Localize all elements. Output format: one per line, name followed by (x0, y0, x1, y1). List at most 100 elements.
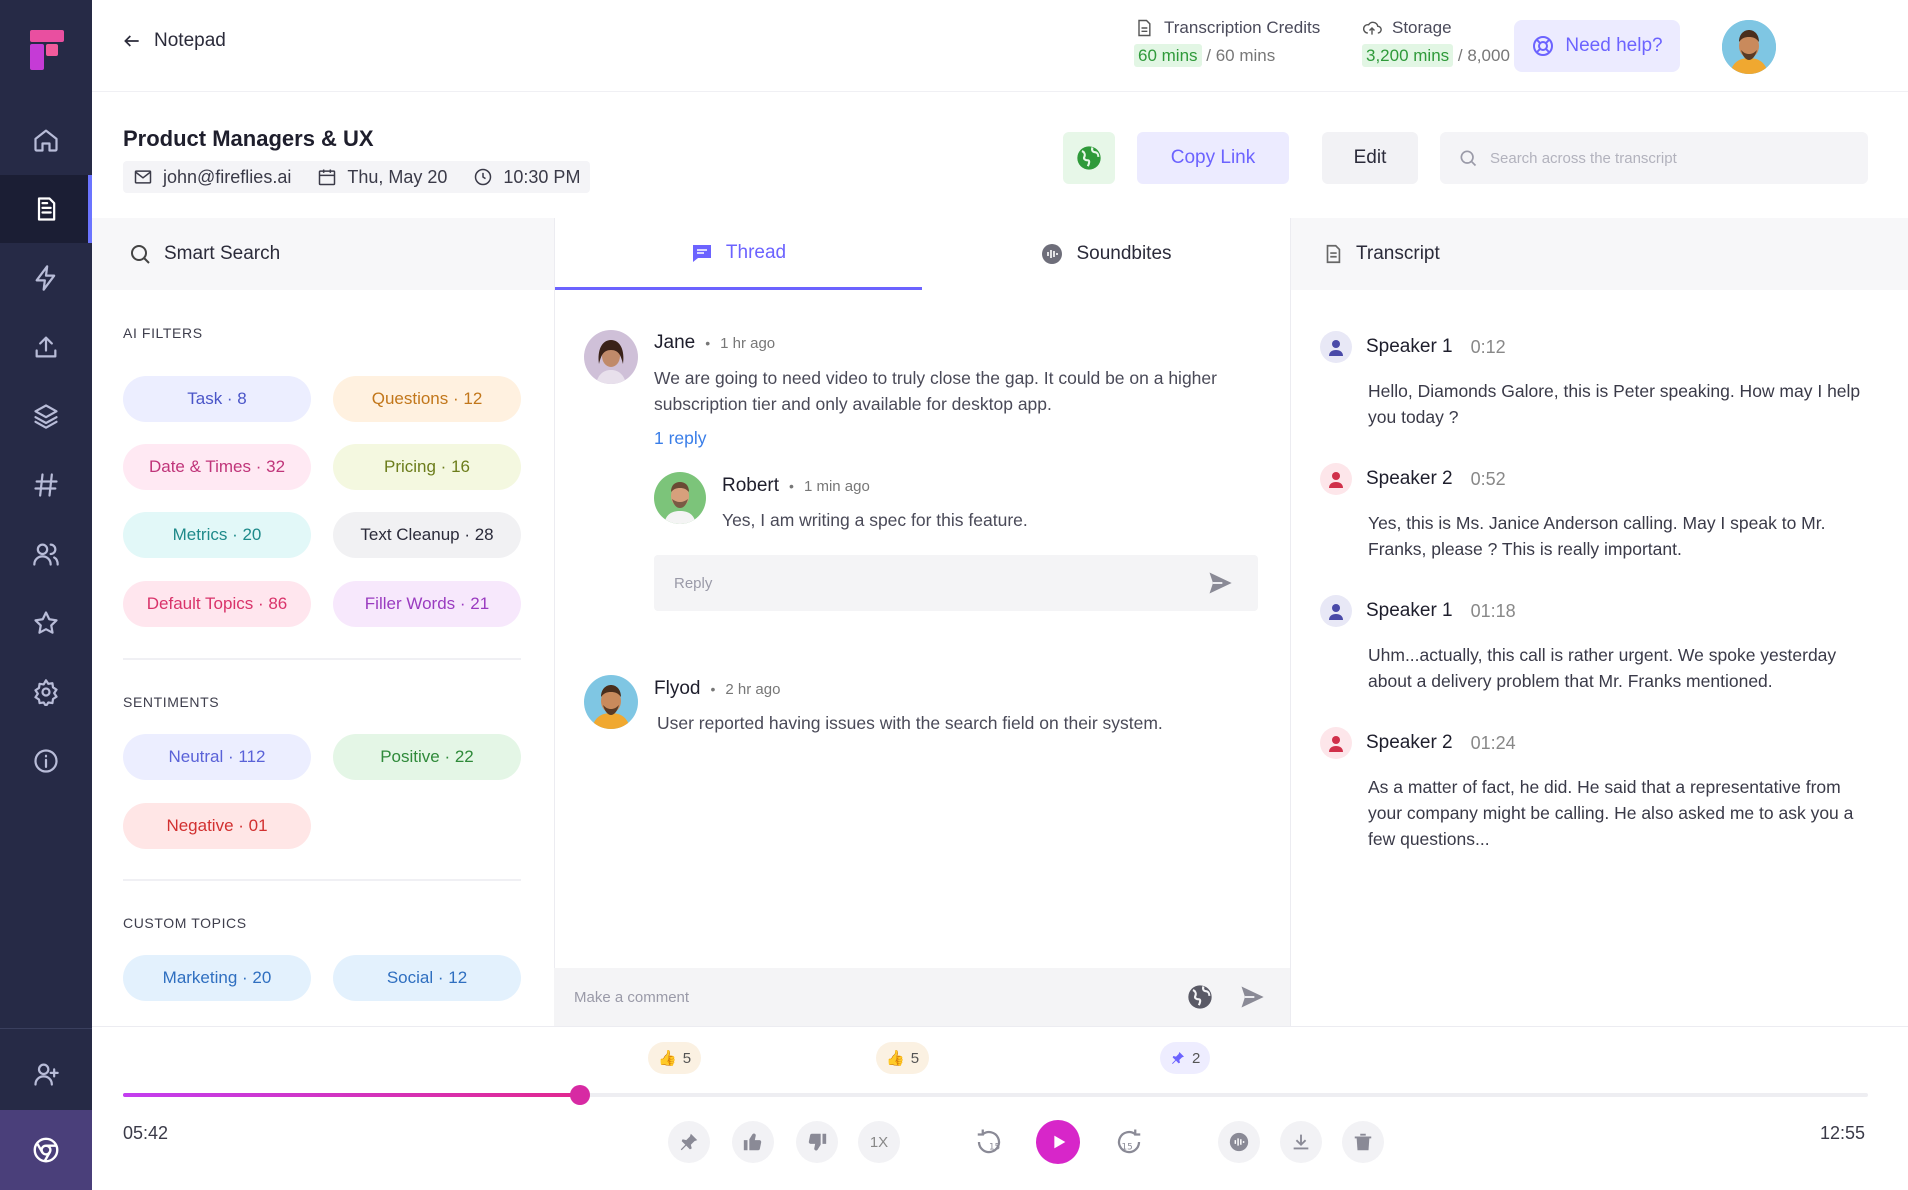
filter-pill[interactable]: Filler Words · 21 (333, 581, 521, 627)
download-button[interactable] (1280, 1121, 1322, 1163)
topic-pill[interactable]: Social · 12 (333, 955, 521, 1001)
meeting-email: john@fireflies.ai (163, 166, 292, 187)
transcript-text[interactable]: Hello, Diamonds Galore, this is Peter sp… (1368, 378, 1876, 430)
credits-label: Transcription Credits (1164, 18, 1321, 37)
thread-tabs: Thread Soundbites (554, 218, 1290, 290)
play-icon (1054, 1135, 1066, 1149)
reaction-marker[interactable]: 👍 5 (648, 1042, 702, 1074)
speaker-timestamp[interactable]: 01:24 (1471, 733, 1516, 754)
tab-thread[interactable]: Thread (554, 218, 922, 290)
chat-icon (692, 244, 711, 262)
transcript-speaker[interactable]: Speaker 1 01:18 (1320, 595, 1516, 627)
filter-pill[interactable]: Text Cleanup · 28 (333, 512, 521, 558)
topic-pill[interactable]: Marketing · 20 (123, 955, 311, 1001)
transcript-title: Transcript (1356, 243, 1440, 264)
filter-pill[interactable]: Default Topics · 86 (123, 581, 311, 627)
comment-time: 2 hr ago (725, 680, 781, 698)
transcript-text[interactable]: Yes, this is Ms. Janice Anderson calling… (1368, 510, 1876, 562)
sidebar-item-info[interactable] (0, 727, 92, 795)
speaker-icon (1320, 331, 1352, 363)
layers-icon (34, 404, 58, 429)
comment-author-name: Jane (654, 332, 696, 353)
delete-button[interactable] (1342, 1121, 1384, 1163)
chrome-icon (33, 1137, 59, 1163)
playback-speed-button[interactable]: 1X (858, 1121, 900, 1163)
transcript-text[interactable]: Uhm...actually, this call is rather urge… (1368, 642, 1876, 694)
replies-link[interactable]: 1 reply (654, 428, 707, 449)
sidebar-item-settings[interactable] (0, 658, 92, 726)
filter-pill[interactable]: Task · 8 (123, 376, 311, 422)
speaker-timestamp[interactable]: 0:12 (1471, 337, 1506, 358)
storage-label: Storage (1392, 18, 1452, 37)
sentiment-pill[interactable]: Negative · 01 (123, 803, 311, 849)
filter-pill[interactable]: Questions · 12 (333, 376, 521, 422)
smart-search-header[interactable]: Smart Search (92, 218, 554, 290)
soundbite-button[interactable] (1218, 1121, 1260, 1163)
reaction-count: 5 (682, 1049, 692, 1067)
thumbs-up-icon (743, 1133, 762, 1151)
sidebar-item-topics[interactable] (0, 451, 92, 519)
smart-search-title: Smart Search (164, 243, 281, 264)
gear-icon (34, 679, 58, 706)
sidebar-item-upload[interactable] (0, 313, 92, 381)
transcript-speaker[interactable]: Speaker 2 0:52 (1320, 463, 1506, 495)
sidebar-divider (0, 1028, 92, 1029)
play-button[interactable] (1036, 1120, 1080, 1164)
send-icon[interactable] (1206, 569, 1234, 597)
reaction-marker[interactable]: 👍 5 (876, 1042, 930, 1074)
like-button[interactable] (732, 1121, 774, 1163)
reply-input[interactable] (674, 574, 1194, 592)
sentiment-pill[interactable]: Positive · 22 (333, 734, 521, 780)
speaker-timestamp[interactable]: 0:52 (1471, 469, 1506, 490)
sidebar-item-favorites[interactable] (0, 589, 92, 657)
transcript-text[interactable]: As a matter of fact, he did. He said tha… (1368, 774, 1876, 852)
transcript-header: Transcript (1290, 218, 1908, 290)
fireflies-logo[interactable] (30, 30, 64, 70)
send-icon[interactable] (1238, 983, 1266, 1011)
section-divider (123, 879, 521, 881)
home-icon (34, 129, 58, 152)
comment-input[interactable] (574, 988, 1134, 1006)
speaker-icon (1320, 727, 1352, 759)
sidebar-item-team[interactable] (0, 520, 92, 588)
user-avatar[interactable] (1722, 20, 1776, 74)
sidebar-item-notepad[interactable] (0, 175, 92, 243)
sidebar-item-home[interactable] (0, 106, 92, 174)
globe-icon[interactable] (1186, 983, 1214, 1011)
skip-back-amount: 15 (989, 1143, 1000, 1153)
need-help-button[interactable]: Need help? (1514, 20, 1680, 72)
filter-pill[interactable]: Metrics · 20 (123, 512, 311, 558)
transcript-speaker[interactable]: Speaker 1 0:12 (1320, 331, 1506, 363)
transcript-speaker[interactable]: Speaker 2 01:24 (1320, 727, 1516, 759)
back-to-notepad-link[interactable]: Notepad (122, 30, 226, 52)
tab-thread-label: Thread (725, 241, 787, 263)
sidebar-item-chrome-extension[interactable] (0, 1110, 92, 1190)
storage-used: 3,200 mins (1362, 44, 1454, 67)
reaction-marker[interactable]: 2 (1160, 1042, 1211, 1074)
credits-used: 60 mins (1134, 44, 1202, 67)
total-time: 12:55 (1820, 1123, 1866, 1143)
filter-pill[interactable]: Pricing · 16 (333, 444, 521, 490)
sentiment-pill[interactable]: Neutral · 112 (123, 734, 311, 780)
dislike-button[interactable] (796, 1121, 838, 1163)
speaker-timestamp[interactable]: 01:18 (1471, 601, 1516, 622)
pin-button[interactable] (668, 1121, 710, 1163)
transcript-search[interactable] (1440, 132, 1868, 184)
speaker-name: Speaker 2 (1366, 732, 1453, 753)
share-public-button[interactable] (1063, 132, 1115, 184)
transcript-search-input[interactable] (1490, 149, 1850, 167)
comment-text: Yes, I am writing a spec for this featur… (722, 510, 1028, 530)
reply-field[interactable] (654, 555, 1258, 611)
skip-back-button[interactable]: 15 (968, 1121, 1010, 1163)
sidebar-item-invite[interactable] (0, 1040, 92, 1108)
skip-forward-button[interactable]: 15 (1108, 1121, 1150, 1163)
sentiments-label: SENTIMENTS (123, 694, 220, 710)
edit-button[interactable]: Edit (1322, 132, 1418, 184)
sidebar-item-layers[interactable] (0, 382, 92, 450)
comment-field[interactable] (554, 968, 1290, 1026)
filter-pill[interactable]: Date & Times · 32 (123, 444, 311, 490)
playback-progress-bar[interactable] (123, 1085, 1868, 1105)
copy-link-button[interactable]: Copy Link (1137, 132, 1289, 184)
sidebar-item-integrations[interactable] (0, 244, 92, 312)
tab-soundbites[interactable]: Soundbites (922, 218, 1290, 290)
